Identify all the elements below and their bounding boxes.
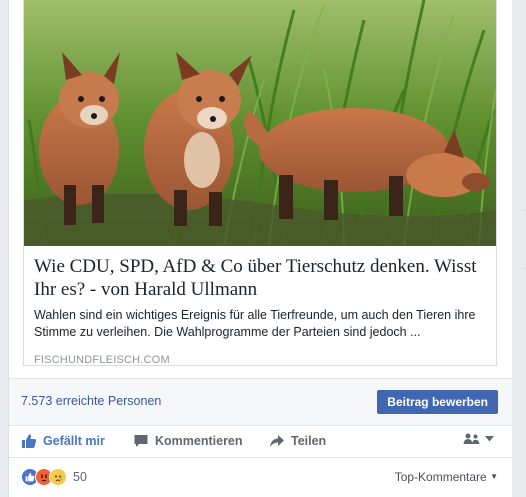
divider [521, 268, 526, 269]
link-preview-image[interactable] [24, 0, 496, 246]
feed-post: Wie CDU, SPD, AfD & Co über Tierschutz d… [8, 0, 513, 497]
link-domain: FISCHUNDFLEISCH.COM [34, 354, 170, 366]
share-arrow-icon [270, 435, 284, 447]
reaction-count: 50 [73, 470, 87, 484]
link-description: Wahlen sind ein wichtiges Ereignis für a… [34, 308, 476, 339]
link-preview-card[interactable]: Wie CDU, SPD, AfD & Co über Tierschutz d… [23, 0, 497, 366]
like-label: Gefällt mir [43, 434, 105, 448]
share-label: Teilen [291, 434, 327, 448]
reactions-bar: 50 Top-Kommentare ▼ [9, 458, 512, 497]
reactions-summary[interactable]: 50 [21, 468, 87, 486]
comment-icon [134, 435, 148, 447]
chevron-down-icon [485, 436, 494, 442]
divider [521, 210, 526, 211]
friends-audience-icon [463, 433, 480, 444]
audience-selector[interactable] [463, 433, 494, 445]
fox-cubs-photo [24, 0, 496, 246]
like-button[interactable]: Gefällt mir [21, 433, 105, 449]
comment-label: Kommentieren [155, 434, 243, 448]
comment-button[interactable]: Kommentieren [133, 433, 243, 449]
caret-down-icon: ▼ [490, 472, 498, 481]
promote-post-button[interactable]: Beitrag bewerben [377, 390, 498, 414]
right-sidebar-edge [512, 0, 526, 497]
link-preview-text: Wie CDU, SPD, AfD & Co über Tierschutz d… [34, 252, 489, 366]
comment-sort-dropdown[interactable]: Top-Kommentare ▼ [395, 470, 498, 484]
thumbs-up-icon [22, 434, 37, 448]
share-button[interactable]: Teilen [269, 433, 326, 449]
reach-link[interactable]: 7.573 erreichte Personen [21, 394, 161, 408]
link-title[interactable]: Wie CDU, SPD, AfD & Co über Tierschutz d… [34, 255, 489, 301]
sad-reaction-icon [49, 468, 67, 486]
comment-sort-label: Top-Kommentare [394, 470, 487, 484]
post-insights-bar: 7.573 erreichte Personen Beitrag bewerbe… [9, 378, 512, 426]
post-actions-bar: Gefällt mir Kommentieren Teilen [9, 425, 512, 458]
